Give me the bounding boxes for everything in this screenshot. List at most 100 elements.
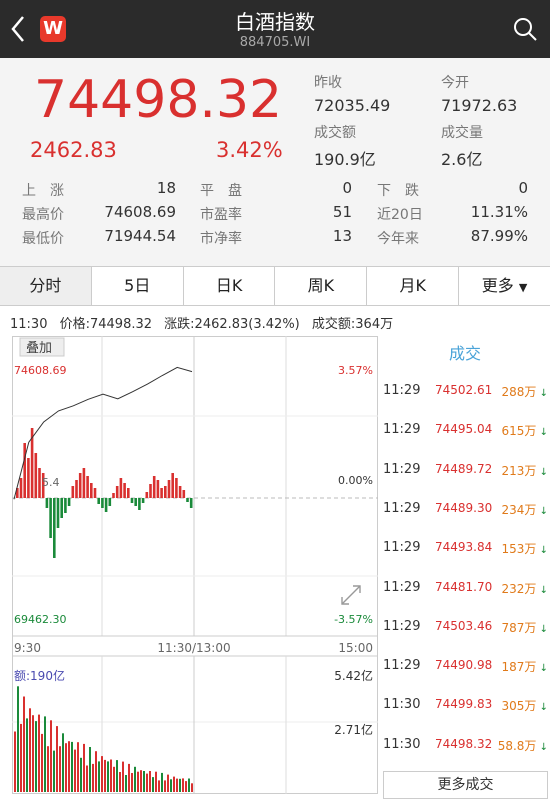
indicator-bar (156, 480, 160, 498)
arrow-down-icon: ↓ (536, 702, 548, 714)
up-count-value: 18 (156, 179, 176, 197)
volume-bar (53, 750, 55, 792)
time-mid: 11:30/13:00 (157, 641, 230, 655)
volume-bar (182, 778, 184, 792)
volume-bar (155, 771, 157, 792)
tab-monthly-k[interactable]: 月K (367, 267, 460, 305)
tab-5day[interactable]: 5日 (92, 267, 184, 305)
intraday-chart[interactable]: 叠加 74608.69 3.57% 0.00% 5.4 69462.30 -3.… (12, 336, 378, 794)
volume-bar (137, 771, 139, 792)
indicator-bar (49, 498, 52, 538)
volume-bar (77, 742, 79, 792)
top-pct-label: 3.57% (338, 364, 373, 377)
volume-mid-label: 2.71亿 (334, 722, 373, 737)
indicator-bar (175, 478, 178, 498)
volume-top-label: 5.42亿 (334, 668, 373, 683)
volume-bar (56, 726, 58, 792)
trade-volume-value: 234万 (501, 502, 537, 517)
volume-bar (104, 759, 106, 792)
arrow-down-icon: ↓ (536, 584, 548, 596)
trade-row: 11:29 74490.98 187万 ↓ (383, 658, 550, 682)
volume-bar (65, 743, 67, 792)
indicator-bar (138, 498, 141, 510)
volume-bar (152, 777, 154, 792)
info-price: 价格:74498.32 (59, 317, 153, 332)
volume-bar (80, 757, 82, 792)
info-time: 11:30 (10, 317, 48, 332)
indicator-bar (178, 486, 182, 498)
info-amount: 成交额:364万 (311, 317, 394, 332)
indicator-bar (86, 476, 89, 498)
indicator-bar (71, 486, 75, 498)
tab-more[interactable]: 更多 ▼ (459, 267, 550, 305)
volume-bar (170, 779, 172, 792)
indicator-bar (167, 480, 171, 498)
indicator-bar (141, 498, 145, 503)
trade-price: 74498.32 (435, 736, 493, 751)
indicator-bar (90, 483, 93, 498)
time-end: 15:00 (338, 641, 373, 655)
change-percent: 3.42% (216, 138, 283, 162)
pb-value: 13 (332, 227, 352, 245)
trades-title: 成交 (448, 344, 481, 363)
volume-bar (116, 760, 118, 792)
trade-price: 74489.30 (435, 500, 493, 515)
indicator-bar (101, 498, 104, 508)
trade-row: 11:29 74489.72 213万 ↓ (383, 462, 550, 486)
indicator-bar (23, 443, 26, 498)
volume-bar (68, 741, 70, 792)
tab-weekly-k[interactable]: 周K (275, 267, 368, 305)
indicator-bar (93, 488, 97, 498)
volume-bar (71, 741, 73, 792)
volume-bar (41, 733, 43, 792)
indicator-bar (60, 498, 63, 518)
high-value: 74608.69 (104, 203, 176, 221)
volume-bar (47, 746, 49, 792)
low-label: 最低价 (22, 231, 64, 247)
trade-time: 11:29 (383, 461, 421, 477)
trade-volume: 58.8万 ↓ (498, 737, 548, 754)
info-change: 涨跌:2462.83(3.42%) (164, 317, 300, 332)
arrow-down-icon: ↓ (536, 505, 548, 517)
bottom-price-label: 69462.30 (14, 613, 67, 626)
search-icon[interactable] (512, 16, 538, 42)
prev-close-label: 昨收 (314, 75, 342, 91)
volume-bar (110, 759, 112, 792)
d20-label: 近20日 (377, 207, 423, 223)
more-trades-button[interactable]: 更多成交 (383, 771, 548, 799)
high-label: 最高价 (22, 207, 64, 223)
change-value: 2462.83 (30, 138, 117, 162)
indicator-bar (115, 486, 119, 498)
volume-bar (185, 781, 187, 792)
volume-bar (17, 686, 19, 792)
trade-volume-value: 58.8万 (497, 738, 537, 753)
volume-label: 成交量 (441, 125, 483, 141)
trade-volume-value: 232万 (501, 581, 537, 596)
volume-bar (59, 746, 61, 792)
indicator-bar (97, 498, 100, 504)
trade-volume: 288万 ↓ (502, 383, 548, 400)
top-price-label: 74608.69 (14, 364, 67, 377)
volume-value: 2.6亿 (441, 150, 483, 169)
trade-row: 11:29 74493.84 153万 ↓ (383, 540, 550, 564)
trade-time: 11:29 (383, 540, 421, 556)
trade-price: 74495.04 (435, 422, 493, 437)
trade-volume-value: 787万 (501, 620, 537, 635)
indicator-bar (56, 498, 60, 528)
indicator-bar (171, 473, 174, 498)
d20-value: 11.31% (470, 203, 528, 221)
trade-price: 74490.98 (435, 658, 493, 673)
trade-time: 11:29 (383, 618, 421, 634)
ytd-label: 今年来 (377, 231, 419, 247)
pe-value: 51 (332, 203, 352, 221)
trade-volume-value: 288万 (501, 385, 537, 399)
volume-bar (131, 773, 133, 792)
indicator-bar (75, 480, 78, 498)
indicator-bar (182, 490, 186, 498)
indicator-bar (82, 468, 86, 498)
tab-intraday[interactable]: 分时 (0, 267, 92, 305)
volume-bar (161, 772, 163, 792)
arrow-down-icon: ↓ (536, 466, 548, 478)
volume-bar (62, 733, 64, 792)
tab-daily-k[interactable]: 日K (184, 267, 276, 305)
